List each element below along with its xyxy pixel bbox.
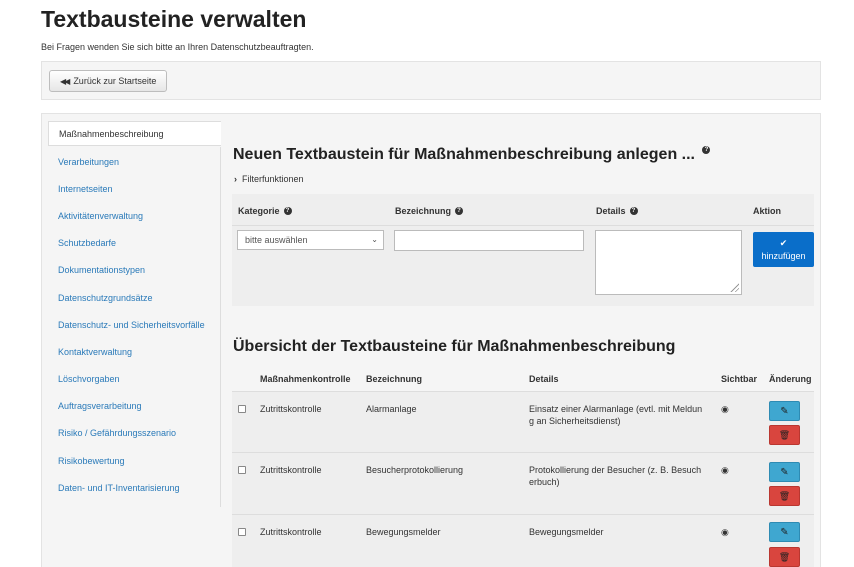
table-row: Zutrittskontrolle Bewegungsmelder Bewegu… (232, 514, 814, 567)
chevron-right-icon: › (234, 174, 237, 184)
sidebar-item-loeschvorgaben[interactable]: Löschvorgaben (48, 366, 221, 393)
cell-bezeichnung: Alarmanlage (366, 404, 417, 414)
header-kategorie-label: Kategorie (238, 206, 280, 216)
column-kontrolle: Maßnahmenkontrolle (260, 374, 351, 384)
sidebar-item-internetseiten[interactable]: Internetseiten (48, 175, 221, 202)
main-panel: Maßnahmenbeschreibung Verarbeitungen Int… (41, 113, 821, 567)
question-circle-icon[interactable]: ? (629, 207, 638, 215)
cell-details: Einsatz einer Alarmanlage (evtl. mit Mel… (529, 403, 702, 427)
add-button[interactable]: ✔ hinzufügen (753, 232, 814, 267)
header-aktion-label: Aktion (753, 206, 781, 216)
form-title: Neuen Textbaustein für Maßnahmenbeschrei… (233, 145, 711, 164)
table-row: Zutrittskontrolle Besucherprotokollierun… (232, 452, 814, 514)
row-checkbox[interactable] (238, 405, 246, 413)
edit-button[interactable]: ✎ (769, 401, 800, 421)
edit-button[interactable]: ✎ (769, 522, 800, 542)
header-bezeichnung-label: Bezeichnung (395, 206, 452, 216)
sidebar-item-datenschutzgrundsaetze[interactable]: Datenschutzgrundsätze (48, 284, 221, 311)
cell-kontrolle: Zutrittskontrolle (260, 465, 322, 475)
filter-label: Filterfunktionen (242, 174, 304, 184)
new-entry-form: Kategorie ? Bezeichnung ? Details ? Akti… (232, 194, 814, 306)
sidebar-item-auftragsverarbeitung[interactable]: Auftragsverarbeitung (48, 393, 221, 420)
cell-details-line: Protokollierung der Besucher (z. B. Besu… (529, 465, 702, 475)
sidebar-divider (220, 147, 221, 507)
sidebar-item-verarbeitungen[interactable]: Verarbeitungen (48, 148, 221, 175)
table-row: Zutrittskontrolle Alarmanlage Einsatz ei… (232, 391, 814, 452)
delete-button[interactable]: 🗑 (769, 547, 800, 567)
column-sichtbar: Sichtbar (721, 374, 758, 384)
trash-icon: 🗑 (778, 551, 791, 562)
back-button-label: Zurück zur Startseite (73, 76, 157, 86)
cell-details-line: Bewegungsmelder (529, 527, 604, 537)
cell-details-line: g an Sicherheitsdienst) (529, 416, 621, 426)
sidebar-item-inventarisierung[interactable]: Daten- und IT-Inventarisierung (48, 474, 221, 501)
edit-button[interactable]: ✎ (769, 462, 800, 482)
form-title-text: Neuen Textbaustein für Maßnahmenbeschrei… (233, 146, 695, 163)
sidebar-item-kontaktverwaltung[interactable]: Kontaktverwaltung (48, 338, 221, 365)
back-to-start-button[interactable]: ◀◀ Zurück zur Startseite (49, 70, 168, 92)
form-divider (232, 225, 814, 226)
pencil-icon: ✎ (780, 405, 789, 417)
cell-details-line: Einsatz einer Alarmanlage (evtl. mit Mel… (529, 404, 703, 414)
question-circle-icon[interactable]: ? (455, 207, 464, 215)
column-details: Details (529, 374, 559, 384)
header-details-label: Details (596, 206, 626, 216)
sidebar-item-vorfaelle[interactable]: Datenschutz- und Sicherheitsvorfälle (48, 311, 221, 338)
sidebar-item-risiko[interactable]: Risiko / Gefährdungsszenario (48, 420, 221, 447)
delete-button[interactable]: 🗑 (769, 486, 800, 506)
overview-title: Übersicht der Textbausteine für Maßnahme… (233, 338, 676, 355)
trash-icon: 🗑 (778, 490, 791, 501)
cell-bezeichnung: Besucherprotokollierung (366, 465, 464, 475)
add-button-label: hinzufügen (761, 251, 806, 261)
page-title: Textbausteine verwalten (41, 6, 307, 32)
sidebar-item-schutzbedarfe[interactable]: Schutzbedarfe (48, 230, 221, 257)
toolbar: ◀◀ Zurück zur Startseite (41, 61, 821, 100)
cell-details: Bewegungsmelder (529, 526, 604, 538)
cell-bezeichnung: Bewegungsmelder (366, 527, 441, 537)
delete-button[interactable]: 🗑 (769, 425, 800, 445)
question-circle-icon[interactable]: ? (702, 145, 711, 154)
cell-kontrolle: Zutrittskontrolle (260, 404, 322, 414)
cell-details-line: erbuch) (529, 477, 560, 487)
eye-icon[interactable]: ◉ (721, 465, 729, 476)
sidebar-item-risikobewertung[interactable]: Risikobewertung (48, 447, 221, 474)
trash-icon: 🗑 (778, 429, 791, 440)
question-circle-icon[interactable]: ? (283, 207, 292, 215)
pencil-icon: ✎ (780, 526, 789, 538)
page-subtitle: Bei Fragen wenden Sie sich bitte an Ihre… (41, 42, 314, 52)
header-details: Details ? (596, 206, 638, 216)
bezeichnung-input[interactable] (394, 230, 584, 251)
header-kategorie: Kategorie ? (238, 206, 292, 216)
column-bezeichnung: Bezeichnung (366, 374, 423, 384)
check-icon: ✔ (779, 238, 788, 248)
sidebar-item-dokumentationstypen[interactable]: Dokumentationstypen (48, 257, 221, 284)
sidebar-item-aktivitaetenverwaltung[interactable]: Aktivitätenverwaltung (48, 202, 221, 229)
kategorie-select-value: bitte auswählen (245, 235, 308, 245)
cell-kontrolle: Zutrittskontrolle (260, 527, 322, 537)
eye-icon[interactable]: ◉ (721, 404, 729, 415)
backward-icon: ◀◀ (60, 76, 70, 86)
kategorie-select[interactable]: bitte auswählen ⌄ (237, 230, 384, 250)
chevron-down-icon: ⌄ (371, 235, 378, 244)
header-aktion: Aktion (753, 206, 781, 216)
cell-details: Protokollierung der Besucher (z. B. Besu… (529, 464, 701, 488)
filter-toggle[interactable]: › Filterfunktionen (234, 174, 304, 184)
pencil-icon: ✎ (780, 466, 789, 478)
row-checkbox[interactable] (238, 466, 246, 474)
details-textarea[interactable] (595, 230, 742, 295)
eye-icon[interactable]: ◉ (721, 527, 729, 538)
sidebar-item-massnahmenbeschreibung[interactable]: Maßnahmenbeschreibung (48, 121, 221, 146)
row-checkbox[interactable] (238, 528, 246, 536)
column-aenderung: Änderung (769, 374, 812, 384)
header-bezeichnung: Bezeichnung ? (395, 206, 464, 216)
sidebar: Maßnahmenbeschreibung Verarbeitungen Int… (48, 121, 221, 501)
resize-handle-icon[interactable] (729, 282, 739, 292)
